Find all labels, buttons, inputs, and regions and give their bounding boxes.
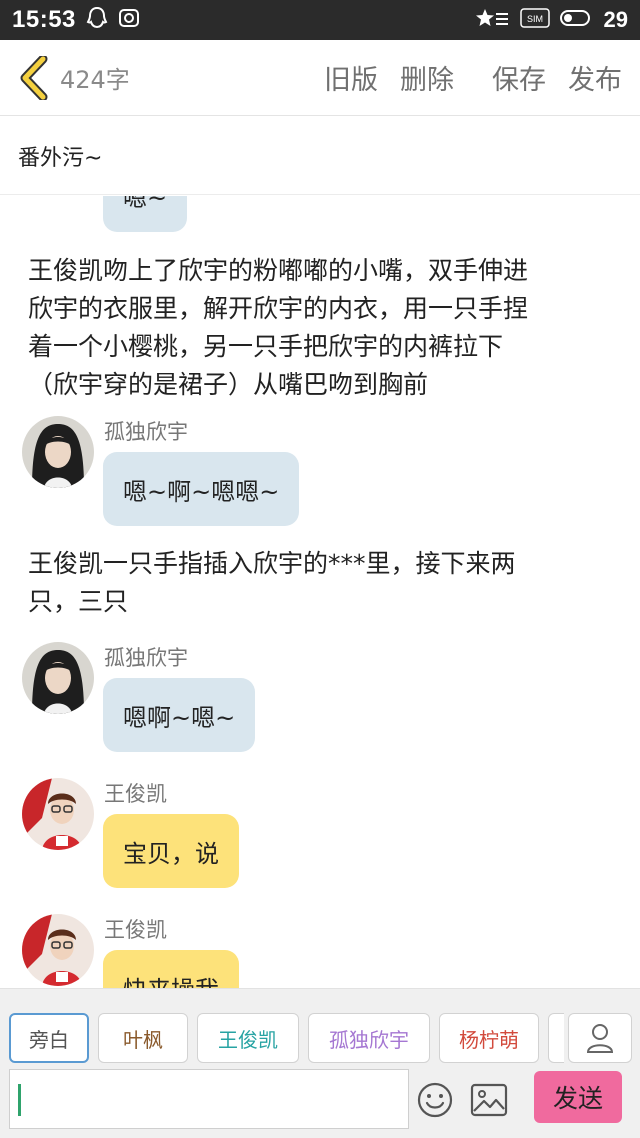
narration-block[interactable]: 王俊凯吻上了欣宇的粉嘟嘟的小嘴，双手伸进 欣宇的衣服里，解开欣宇的内衣，用一只手… [28,252,618,404]
camera-icon [118,7,140,33]
back-chevron-icon [20,55,48,100]
speaker-name: 孤独欣宇 [104,646,188,670]
status-bar: 15:53 SIM 29 [0,0,640,40]
emoji-button[interactable] [416,1081,454,1119]
character-selector: 旁白 叶枫 王俊凯 孤独欣宇 杨柠萌 [9,1013,564,1063]
speaker-name: 王俊凯 [104,918,167,942]
image-button[interactable] [470,1083,508,1117]
story-content[interactable]: 嗯~ 王俊凯吻上了欣宇的粉嘟嘟的小嘴，双手伸进 欣宇的衣服里，解开欣宇的内衣，用… [0,196,640,988]
send-button[interactable]: 发送 [534,1071,622,1123]
message[interactable]: 王俊凯 宝贝，说 [22,778,622,890]
qq-icon [86,6,108,34]
message-bubble[interactable]: 嗯~啊~嗯嗯~ [103,452,300,526]
battery-level: 29 [603,7,628,32]
message[interactable]: 孤独欣宇 嗯啊~嗯~ [22,642,622,754]
delete-button[interactable]: 删除 [400,58,454,97]
message-bubble[interactable]: 嗯啊~嗯~ [103,678,256,752]
character-chip-narrator[interactable]: 旁白 [9,1013,89,1063]
character-chip-xinyu[interactable]: 孤独欣宇 [308,1013,430,1063]
character-chip-partial[interactable] [548,1013,564,1063]
speaker-name: 王俊凯 [104,782,167,806]
message-bubble[interactable]: 快来操我 [103,950,239,988]
old-version-button[interactable]: 旧版 [324,58,378,97]
character-chip-yefeng[interactable]: 叶枫 [98,1013,188,1063]
narration-block[interactable]: 王俊凯一只手指插入欣宇的***里，接下来两 只，三只 [28,545,618,621]
speaker-name: 孤独欣宇 [104,420,188,444]
story-title: 番外污~ [18,145,103,171]
person-icon [586,1024,614,1053]
back-button[interactable] [8,40,58,116]
message-bubble[interactable]: 宝贝，说 [103,814,239,888]
character-chip-yangningmeng[interactable]: 杨柠萌 [439,1013,539,1063]
avatar-xinyu [22,642,94,714]
svg-text:SIM: SIM [527,14,543,24]
editor-header: 424字 旧版 删除 保存 发布 [0,40,640,116]
message[interactable]: 孤独欣宇 嗯~啊~嗯嗯~ [22,416,622,528]
battery-icon [559,9,594,31]
message-input[interactable] [9,1069,409,1129]
avatar-wangjunkai [22,778,94,850]
word-count: 424字 [60,66,130,94]
message-bubble[interactable]: 嗯~ [103,196,188,232]
avatar-xinyu [22,416,94,488]
image-icon [470,1083,508,1117]
message[interactable]: 王俊凯 快来操我 [22,914,622,988]
status-time: 15:53 [12,6,76,33]
publish-button[interactable]: 发布 [568,58,622,97]
character-chip-wangjunkai[interactable]: 王俊凯 [197,1013,299,1063]
signal-star-icon [475,8,510,32]
sim-icon: SIM [519,8,550,32]
smiley-icon [417,1082,453,1118]
add-character-button[interactable] [568,1013,632,1063]
composer-bar: 旁白 叶枫 王俊凯 孤独欣宇 杨柠萌 发送 [0,988,640,1138]
story-title-row[interactable]: 番外污~ [0,117,640,195]
avatar-wangjunkai [22,914,94,986]
save-button[interactable]: 保存 [492,58,546,97]
text-cursor [18,1084,21,1116]
